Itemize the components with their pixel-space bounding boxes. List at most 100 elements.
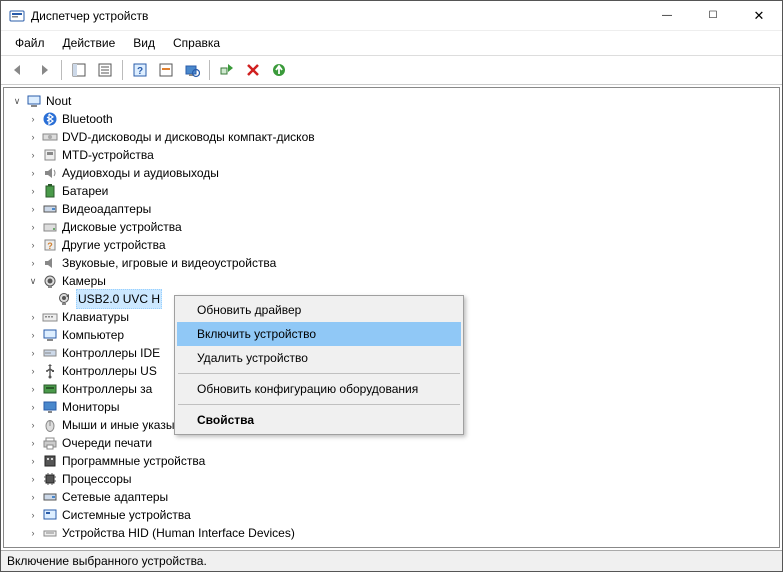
- tree-node-sound[interactable]: › Звуковые, игровые и видеоустройства: [6, 254, 777, 272]
- menu-file[interactable]: Файл: [7, 33, 53, 53]
- svg-text:?: ?: [47, 241, 53, 251]
- expander-icon[interactable]: ›: [26, 454, 40, 468]
- expander-icon[interactable]: ›: [26, 184, 40, 198]
- expander-icon[interactable]: ›: [26, 328, 40, 342]
- expander-icon[interactable]: ›: [26, 364, 40, 378]
- app-icon: [9, 8, 25, 24]
- ctx-separator: [178, 404, 460, 405]
- expander-icon[interactable]: ›: [26, 112, 40, 126]
- disk-icon: [42, 219, 58, 235]
- tree-node-battery[interactable]: › Батареи: [6, 182, 777, 200]
- maximize-button[interactable]: ☐: [690, 1, 736, 31]
- update-driver-button[interactable]: [267, 58, 291, 82]
- show-hide-button[interactable]: [67, 58, 91, 82]
- menu-action[interactable]: Действие: [55, 33, 124, 53]
- tree-node-bluetooth[interactable]: › Bluetooth: [6, 110, 777, 128]
- expander-icon[interactable]: ›: [26, 346, 40, 360]
- tree-node-hid[interactable]: › Устройства HID (Human Interface Device…: [6, 524, 777, 542]
- expander-icon[interactable]: ›: [26, 148, 40, 162]
- back-button[interactable]: [6, 58, 30, 82]
- tree-label: Компьютер: [62, 326, 124, 344]
- mouse-icon: [42, 417, 58, 433]
- tree-label: Очереди печати: [62, 434, 152, 452]
- properties-button[interactable]: [93, 58, 117, 82]
- tree-node-system[interactable]: › Системные устройства: [6, 506, 777, 524]
- tree-label: Батареи: [62, 182, 108, 200]
- window-title: Диспетчер устройств: [31, 9, 644, 23]
- tree-label: DVD-дисководы и дисководы компакт-дисков: [62, 128, 315, 146]
- tree-node-dvd[interactable]: › DVD-дисководы и дисководы компакт-диск…: [6, 128, 777, 146]
- tree-node-software[interactable]: › Программные устройства: [6, 452, 777, 470]
- expander-icon[interactable]: ›: [26, 202, 40, 216]
- audio-icon: [42, 165, 58, 181]
- tree-label: Программные устройства: [62, 452, 205, 470]
- expander-icon[interactable]: ∨: [10, 94, 24, 108]
- help-button[interactable]: ?: [128, 58, 152, 82]
- titlebar: Диспетчер устройств — ☐ ✕: [1, 1, 782, 31]
- menu-view[interactable]: Вид: [125, 33, 163, 53]
- expander-icon[interactable]: ›: [26, 490, 40, 504]
- system-icon: [42, 507, 58, 523]
- expander-icon[interactable]: ›: [26, 220, 40, 234]
- network-icon: [42, 489, 58, 505]
- expander-icon[interactable]: ›: [26, 256, 40, 270]
- tree-label: Звуковые, игровые и видеоустройства: [62, 254, 276, 272]
- disable-device-button[interactable]: [241, 58, 265, 82]
- tree-label: Системные устройства: [62, 506, 191, 524]
- forward-button[interactable]: [32, 58, 56, 82]
- tree-node-mtd[interactable]: › MTD-устройства: [6, 146, 777, 164]
- expander-icon[interactable]: ›: [26, 238, 40, 252]
- menubar: Файл Действие Вид Справка: [1, 31, 782, 56]
- tree-node-print[interactable]: › Очереди печати: [6, 434, 777, 452]
- tree-label-selected: USB2.0 UVC H: [76, 289, 162, 309]
- battery-icon: [42, 183, 58, 199]
- expander-icon[interactable]: ›: [26, 526, 40, 540]
- expander-icon[interactable]: ›: [26, 436, 40, 450]
- ctx-enable-device[interactable]: Включить устройство: [177, 322, 461, 346]
- storage-icon: [42, 381, 58, 397]
- tree-node-camera[interactable]: ∨ Камеры: [6, 272, 777, 290]
- tree-node-network[interactable]: › Сетевые адаптеры: [6, 488, 777, 506]
- tree-root[interactable]: ∨ Nout: [6, 92, 777, 110]
- expander-icon[interactable]: ›: [26, 166, 40, 180]
- action-button[interactable]: [154, 58, 178, 82]
- tree-label: Bluetooth: [62, 110, 113, 128]
- expander-icon[interactable]: ›: [26, 400, 40, 414]
- expander-icon[interactable]: ∨: [26, 274, 40, 288]
- keyboard-icon: [42, 309, 58, 325]
- tree-label: Контроллеры IDE: [62, 344, 160, 362]
- statusbar: Включение выбранного устройства.: [1, 550, 782, 571]
- expander-icon[interactable]: ›: [26, 130, 40, 144]
- expander-icon[interactable]: ›: [26, 472, 40, 486]
- expander-icon[interactable]: ›: [26, 310, 40, 324]
- tree-label: Контроллеры US: [62, 362, 157, 380]
- close-button[interactable]: ✕: [736, 1, 782, 31]
- minimize-button[interactable]: —: [644, 1, 690, 31]
- tree-label: Контроллеры за: [62, 380, 152, 398]
- tree-node-video[interactable]: › Видеоадаптеры: [6, 200, 777, 218]
- ctx-update-driver[interactable]: Обновить драйвер: [177, 298, 461, 322]
- menu-help[interactable]: Справка: [165, 33, 228, 53]
- device-tree-panel: ∨ Nout › Bluetooth › DVD-дисководы и дис…: [3, 87, 780, 548]
- tree-label: Клавиатуры: [62, 308, 129, 326]
- ctx-scan-hardware[interactable]: Обновить конфигурацию оборудования: [177, 377, 461, 401]
- enable-device-button[interactable]: [215, 58, 239, 82]
- printer-icon: [42, 435, 58, 451]
- ctx-properties[interactable]: Свойства: [177, 408, 461, 432]
- ctx-remove-device[interactable]: Удалить устройство: [177, 346, 461, 370]
- tree-node-cpu[interactable]: › Процессоры: [6, 470, 777, 488]
- scan-hardware-button[interactable]: [180, 58, 204, 82]
- tree-node-other[interactable]: › ? Другие устройства: [6, 236, 777, 254]
- context-menu: Обновить драйвер Включить устройство Уда…: [174, 295, 464, 435]
- tree-label: Дисковые устройства: [62, 218, 182, 236]
- expander-icon[interactable]: ›: [26, 382, 40, 396]
- tree-label: Камеры: [62, 272, 106, 290]
- camera-device-icon: [56, 291, 72, 307]
- tree-node-audio[interactable]: › Аудиовходы и аудиовыходы: [6, 164, 777, 182]
- expander-icon[interactable]: ›: [26, 508, 40, 522]
- toolbar: ?: [1, 56, 782, 85]
- tree-label: Nout: [46, 92, 71, 110]
- expander-icon[interactable]: ›: [26, 418, 40, 432]
- tree-label: Сетевые адаптеры: [62, 488, 168, 506]
- tree-node-disk[interactable]: › Дисковые устройства: [6, 218, 777, 236]
